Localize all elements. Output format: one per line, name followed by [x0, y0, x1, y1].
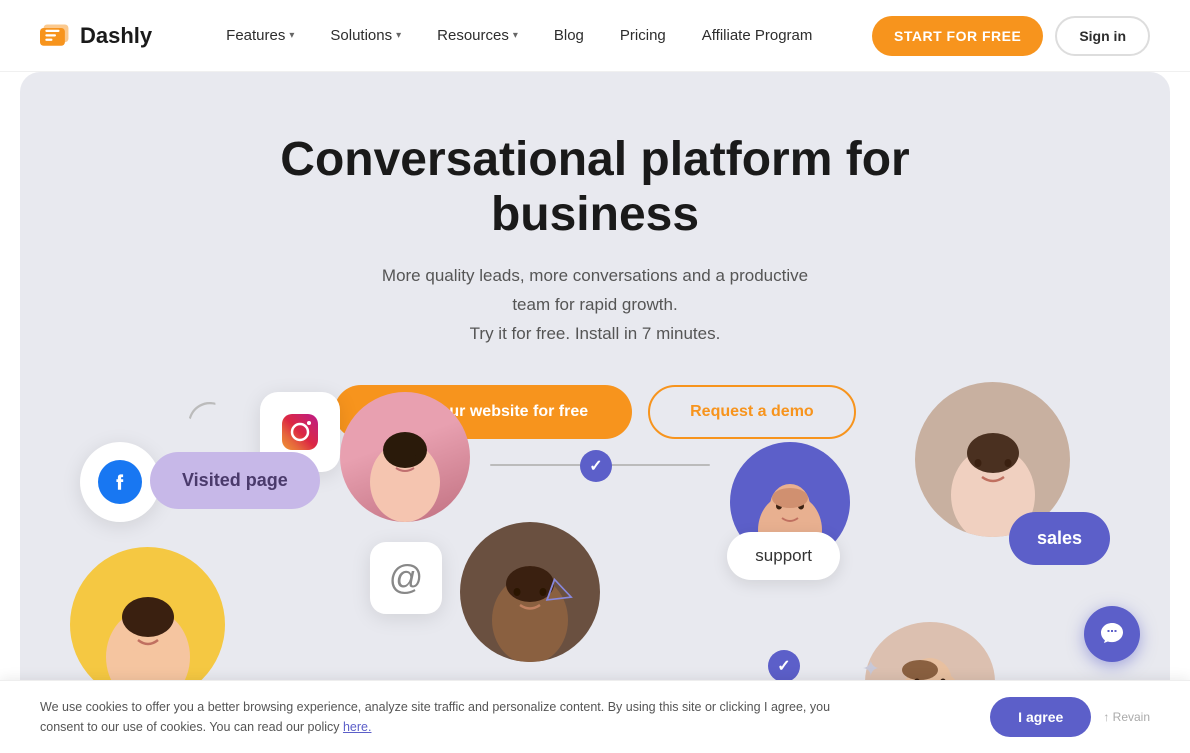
cookie-banner: We use cookies to offer you a better bro… [0, 680, 1190, 753]
cookie-agree-button[interactable]: I agree [990, 697, 1091, 737]
avatar-3 [460, 522, 600, 662]
facebook-icon [80, 442, 160, 522]
nav-item-resources[interactable]: Resources ▾ [423, 19, 532, 52]
chevron-down-icon: ▾ [396, 30, 401, 41]
nav-item-blog[interactable]: Blog [540, 19, 598, 52]
start-for-free-button[interactable]: START FOR FREE [872, 16, 1043, 56]
nav-item-solutions[interactable]: Solutions ▾ [316, 19, 415, 52]
logo[interactable]: Dashly [40, 22, 152, 50]
visited-page-badge: Visited page [150, 452, 320, 509]
curve-decoration: ⌒ [181, 389, 232, 445]
chat-button[interactable] [1084, 606, 1140, 662]
avatar-2 [70, 547, 225, 702]
support-badge: support [727, 532, 840, 580]
check-circle-2: ✓ [768, 650, 800, 682]
chevron-down-icon: ▾ [289, 30, 294, 41]
nav-actions: START FOR FREE Sign in [872, 16, 1150, 56]
sparkle-icon: ✦ [862, 656, 880, 682]
avatar-1 [340, 392, 470, 522]
hero-subtitle: More quality leads, more conversations a… [375, 262, 815, 349]
at-symbol-icon: @ [370, 542, 442, 614]
cookie-text: We use cookies to offer you a better bro… [40, 697, 860, 737]
hero-section: Conversational platform for business Mor… [20, 72, 1170, 742]
cookie-actions: I agree ↑ Revain [990, 697, 1150, 737]
nav-links: Features ▾ Solutions ▾ Resources ▾ Blog … [212, 19, 872, 52]
hero-title: Conversational platform for business [245, 132, 945, 242]
cookie-policy-link[interactable]: here. [343, 720, 372, 734]
nav-item-features[interactable]: Features ▾ [212, 19, 308, 52]
logo-text: Dashly [80, 23, 152, 49]
nav-item-pricing[interactable]: Pricing [606, 19, 680, 52]
revain-logo: ↑ Revain [1103, 710, 1150, 724]
sign-in-button[interactable]: Sign in [1055, 16, 1150, 56]
sales-badge: sales [1009, 512, 1110, 565]
nav-item-affiliate[interactable]: Affiliate Program [688, 19, 827, 52]
check-circle-1: ✓ [580, 450, 612, 482]
chevron-down-icon: ▾ [513, 30, 518, 41]
logo-icon [40, 22, 72, 50]
navbar: Dashly Features ▾ Solutions ▾ Resources … [0, 0, 1190, 72]
